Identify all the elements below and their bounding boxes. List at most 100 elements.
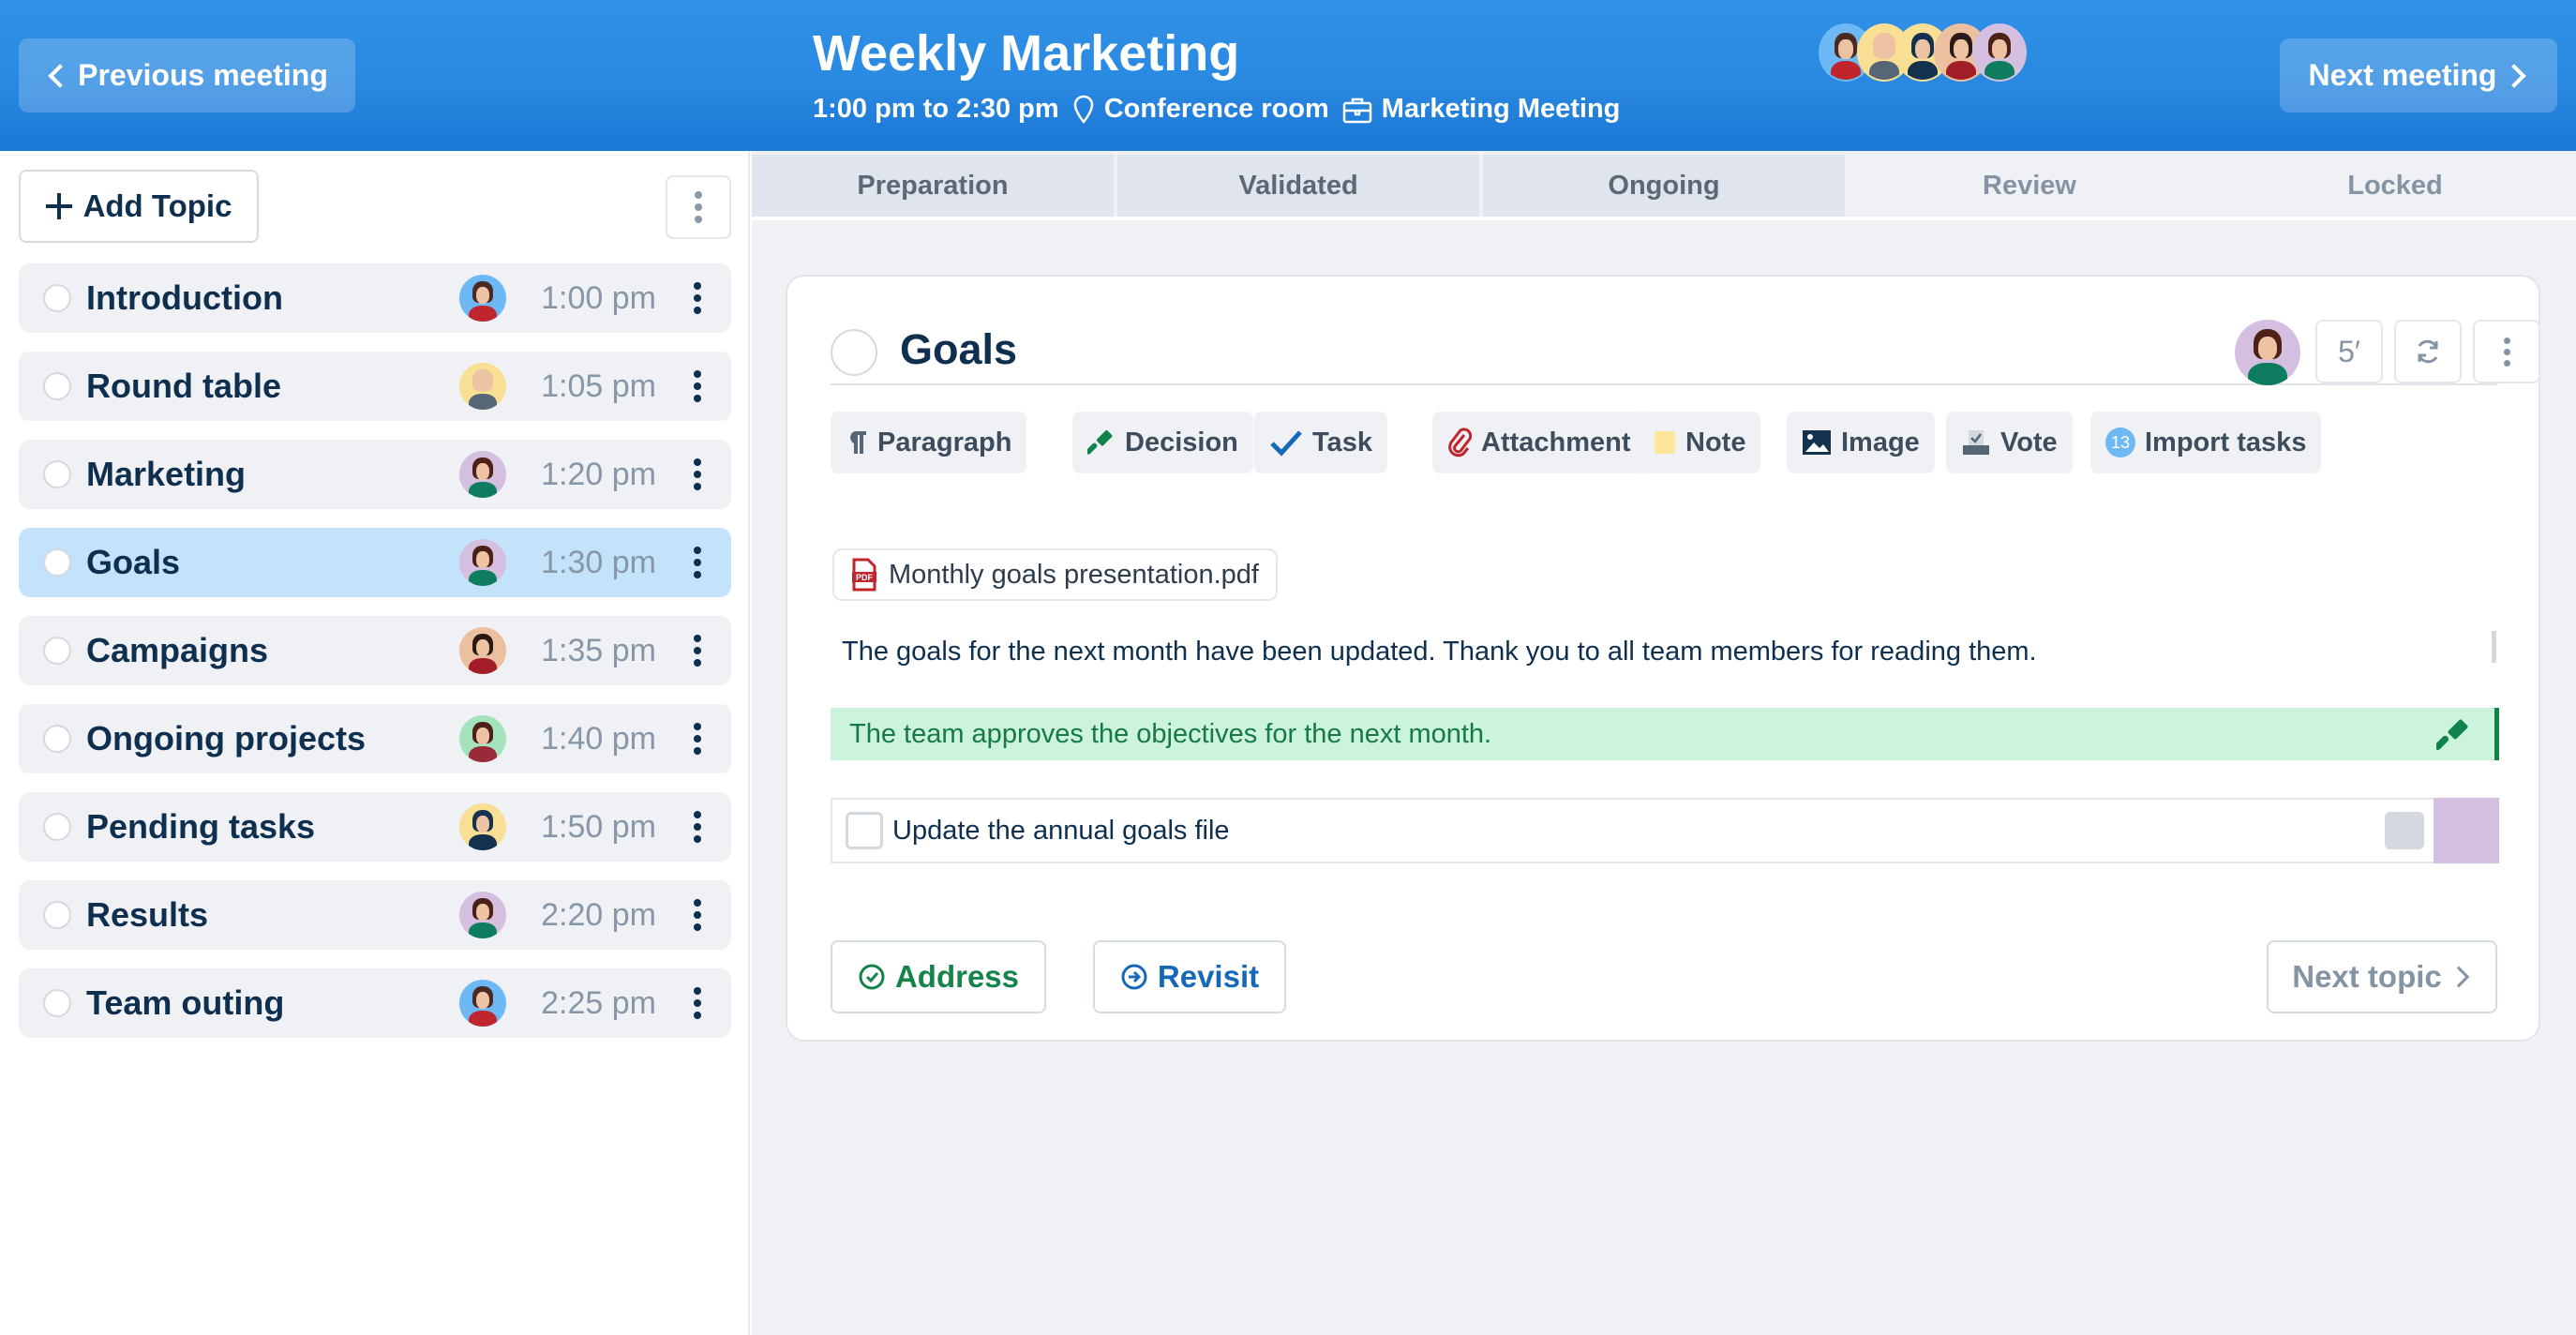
kebab-menu-icon[interactable] xyxy=(694,987,701,1019)
topic-owner-avatar[interactable] xyxy=(2235,320,2300,385)
topic-name: Campaigns xyxy=(86,631,269,669)
duration-button[interactable]: 5′ xyxy=(2315,320,2383,383)
insert-image-button[interactable]: Image xyxy=(1787,412,1935,473)
topic-status-radio[interactable] xyxy=(43,548,71,577)
pdf-file-icon: PDF xyxy=(852,558,876,592)
kebab-menu-icon[interactable] xyxy=(694,723,701,755)
participant-avatar[interactable] xyxy=(1972,23,2027,82)
topic-item[interactable]: Ongoing projects 1:40 pm xyxy=(19,704,731,773)
gavel-icon xyxy=(2436,719,2468,750)
kebab-menu-icon[interactable] xyxy=(694,811,701,843)
kebab-menu-icon xyxy=(2503,337,2510,367)
topic-title: Goals xyxy=(900,325,1018,373)
attachment-chip[interactable]: PDF Monthly goals presentation.pdf xyxy=(832,548,1278,601)
kebab-menu-icon[interactable] xyxy=(694,635,701,667)
topic-status-radio[interactable] xyxy=(43,372,71,400)
insert-vote-button[interactable]: Vote xyxy=(1946,412,2073,473)
paperclip-icon xyxy=(1447,428,1472,458)
kebab-menu-icon[interactable] xyxy=(694,899,701,931)
task-checkbox[interactable] xyxy=(846,812,883,849)
avatar-body xyxy=(469,394,497,410)
task-assignee-avatar[interactable] xyxy=(2434,798,2499,863)
topic-presenter-avatar xyxy=(459,980,506,1027)
topic-item[interactable]: Pending tasks 1:50 pm xyxy=(19,792,731,862)
meeting-header: Previous meeting Weekly Marketing 1:00 p… xyxy=(0,0,2576,151)
svg-text:PDF: PDF xyxy=(856,573,874,582)
topic-more-button[interactable] xyxy=(2473,320,2540,383)
task-text[interactable]: Update the annual goals file xyxy=(892,816,1230,847)
avatar-body xyxy=(469,570,497,586)
kebab-menu-icon[interactable] xyxy=(694,282,701,314)
avatar-face xyxy=(476,551,489,568)
revisit-button[interactable]: Revisit xyxy=(1093,940,1286,1013)
topic-status-radio[interactable] xyxy=(43,637,71,665)
tab-review[interactable]: Review xyxy=(1849,155,2210,217)
check-icon xyxy=(1269,428,1303,457)
topic-item[interactable]: Round table 1:05 pm xyxy=(19,352,731,421)
add-topic-label: Add Topic xyxy=(82,188,232,223)
topic-item[interactable]: Marketing 1:20 pm xyxy=(19,440,731,509)
meeting-meta: 1:00 pm to 2:30 pm Conference room Marke… xyxy=(813,94,1620,125)
topic-status-radio[interactable] xyxy=(43,989,71,1017)
topic-presenter-avatar xyxy=(459,803,506,850)
topic-item[interactable]: Team outing 2:25 pm xyxy=(19,968,731,1038)
topic-status-radio[interactable] xyxy=(43,460,71,488)
avatar-body xyxy=(469,922,497,938)
topic-item[interactable]: Introduction 1:00 pm xyxy=(19,263,731,333)
avatar-body xyxy=(1907,61,1939,80)
insert-task-button[interactable]: Task xyxy=(1254,412,1387,473)
topic-time: 1:35 pm xyxy=(541,632,656,668)
insert-attachment-button[interactable]: Attachment xyxy=(1432,412,1646,473)
address-button[interactable]: Address xyxy=(831,940,1046,1013)
next-topic-button[interactable]: Next topic xyxy=(2267,940,2497,1013)
kebab-menu-icon[interactable] xyxy=(694,458,701,490)
previous-meeting-button[interactable]: Previous meeting xyxy=(19,38,355,112)
meeting-type-label: Marketing Meeting xyxy=(1381,94,1621,124)
topic-item[interactable]: Goals 1:30 pm xyxy=(19,528,731,597)
topic-card-header: Goals 5′ xyxy=(831,301,2540,385)
insert-decision-button[interactable]: Decision xyxy=(1072,412,1253,473)
avatar-face xyxy=(1915,39,1930,59)
topic-name: Introduction xyxy=(86,278,283,317)
tab-preparation[interactable]: Preparation xyxy=(752,155,1114,217)
topic-status-radio[interactable] xyxy=(43,813,71,841)
next-meeting-button[interactable]: Next meeting xyxy=(2280,38,2557,112)
attachment-name: Monthly goals presentation.pdf xyxy=(889,559,1259,590)
topic-presenter-avatar xyxy=(459,451,506,498)
add-topic-button[interactable]: Add Topic xyxy=(19,170,259,243)
tab-ongoing[interactable]: Ongoing xyxy=(1483,155,1845,217)
topic-status-radio[interactable] xyxy=(43,284,71,312)
paragraph-drag-handle[interactable] xyxy=(2492,631,2496,663)
avatar-body xyxy=(469,482,497,498)
task-due-date-button[interactable] xyxy=(2385,812,2424,849)
tab-locked[interactable]: Locked xyxy=(2214,155,2576,217)
insert-paragraph-button[interactable]: Paragraph xyxy=(831,412,1027,473)
topic-time: 1:05 pm xyxy=(541,368,656,404)
kebab-menu-icon[interactable] xyxy=(694,370,701,402)
task-item: Update the annual goals file xyxy=(831,798,2499,863)
topic-time: 2:20 pm xyxy=(541,896,656,933)
refresh-button[interactable] xyxy=(2394,320,2462,383)
insert-import-tasks-button[interactable]: 13 Import tasks xyxy=(2090,412,2322,473)
topic-time: 2:25 pm xyxy=(541,984,656,1021)
decision-block[interactable]: The team approves the objectives for the… xyxy=(831,708,2499,760)
arrow-right-circle-icon xyxy=(1121,964,1147,990)
topic-status-radio[interactable] xyxy=(43,725,71,753)
avatar-face xyxy=(1992,39,2007,59)
insert-note-button[interactable]: Note xyxy=(1639,412,1761,473)
topic-complete-toggle[interactable] xyxy=(831,329,877,376)
topic-item[interactable]: Results 2:20 pm xyxy=(19,880,731,950)
kebab-menu-icon[interactable] xyxy=(694,547,701,578)
avatar-face xyxy=(476,992,489,1009)
avatar-face xyxy=(1877,39,1892,59)
topic-sidebar: Add Topic Introduction 1:00 pm Round table… xyxy=(0,151,750,1335)
participant-avatars[interactable] xyxy=(1819,23,2027,82)
topic-card: Goals 5′ Paragraph Decision Task Attachment… xyxy=(786,275,2540,1042)
paragraph-block[interactable]: The goals for the next month have been u… xyxy=(842,637,2037,668)
topic-item[interactable]: Campaigns 1:35 pm xyxy=(19,616,731,685)
sidebar-menu-button[interactable] xyxy=(666,175,731,239)
decision-text: The team approves the objectives for the… xyxy=(849,718,1492,749)
tab-validated[interactable]: Validated xyxy=(1117,155,1479,217)
avatar-face xyxy=(2258,337,2277,361)
topic-status-radio[interactable] xyxy=(43,901,71,929)
